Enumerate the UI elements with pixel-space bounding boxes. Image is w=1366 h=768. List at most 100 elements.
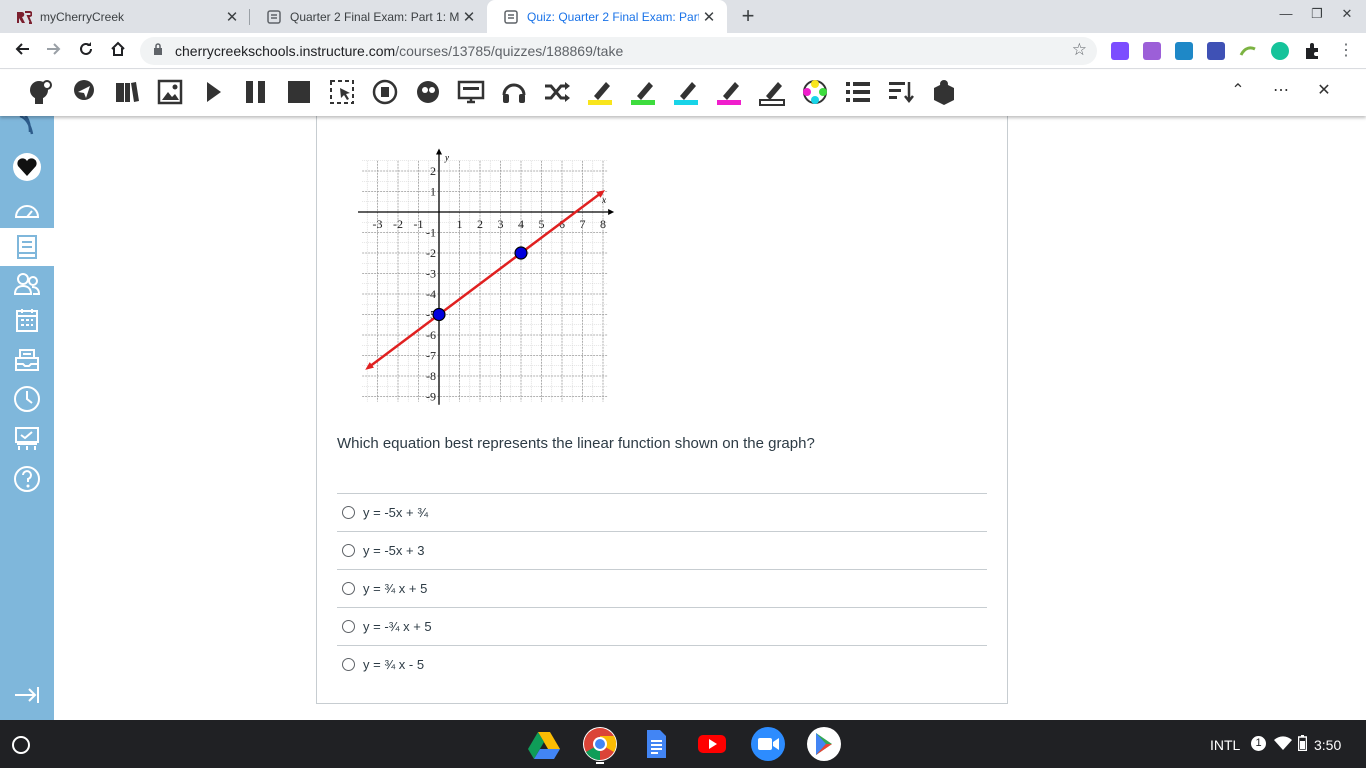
tab-title: myCherryCreek — [40, 9, 125, 24]
status-tray[interactable]: INTL 1 3:50 — [1196, 726, 1366, 762]
zoom-icon[interactable] — [751, 727, 785, 761]
tab-final-exam-part1[interactable]: Quarter 2 Final Exam: Part 1: Ma ✕ — [250, 0, 487, 33]
y-tick-label: -8 — [426, 369, 436, 383]
picture-icon[interactable] — [156, 78, 184, 106]
dashboard-icon[interactable] — [11, 195, 43, 225]
y-tick-label: 2 — [430, 164, 436, 178]
bookmark-star-icon[interactable]: ☆ — [1072, 40, 1087, 60]
chrome-icon[interactable] — [583, 727, 617, 761]
extensions-puzzle-icon[interactable] — [1303, 42, 1321, 60]
x-tick-label: -3 — [373, 217, 383, 231]
collect-highlights-icon[interactable] — [801, 78, 829, 106]
vocabulary-list-icon[interactable] — [844, 78, 872, 106]
radio-button[interactable] — [342, 620, 355, 633]
highlighter-cyan-icon[interactable] — [672, 78, 700, 106]
answer-list: y = -5x + ¾ y = -5x + 3 y = ¾ x + 5 y = … — [337, 493, 987, 683]
calendar-icon[interactable] — [11, 305, 43, 335]
stop-icon[interactable] — [285, 78, 313, 106]
url-path: /courses/13785/quizzes/188869/take — [395, 43, 624, 59]
forward-button[interactable] — [42, 39, 66, 63]
highlighter-pink-icon[interactable] — [715, 78, 743, 106]
answer-option[interactable]: y = -5x + 3 — [337, 531, 987, 569]
answer-label: y = -5x + 3 — [363, 543, 425, 558]
close-toolbar-icon[interactable]: ✕ — [1312, 80, 1336, 104]
chrome-menu-icon[interactable]: ⋮ — [1334, 39, 1358, 63]
radio-button[interactable] — [342, 544, 355, 557]
inbox-icon[interactable] — [11, 345, 43, 375]
answer-option[interactable]: y = -5x + ¾ — [337, 493, 987, 531]
radio-button[interactable] — [342, 506, 355, 519]
coordinate-graph: xy-3 -2 -1 1 2 3 4 5 6 7 821-1-2-3-4-5-6-7-8-9 — [358, 148, 615, 405]
read-write-extension-icon[interactable] — [1143, 42, 1161, 60]
youtube-icon[interactable] — [695, 727, 729, 761]
tab-close-icon[interactable]: ✕ — [459, 8, 479, 26]
minimize-button[interactable]: — — [1275, 6, 1297, 28]
home-button[interactable] — [106, 39, 130, 63]
new-tab-button[interactable]: + — [736, 5, 760, 29]
help-icon[interactable] — [11, 464, 43, 494]
tab-close-icon[interactable]: ✕ — [222, 8, 242, 26]
play-icon[interactable] — [199, 78, 227, 106]
tab-close-icon[interactable]: ✕ — [699, 8, 719, 26]
clear-highlights-icon[interactable] — [758, 78, 786, 106]
answer-label: y = -5x + ¾ — [363, 505, 429, 520]
translate-shuffle-icon[interactable] — [543, 78, 571, 106]
radio-button[interactable] — [342, 658, 355, 671]
canvas-quiz-favicon — [266, 9, 282, 25]
x-tick-label: 1 — [457, 217, 463, 231]
dictionary-book-icon[interactable] — [113, 78, 141, 106]
answer-option[interactable]: y = ¾ x + 5 — [337, 569, 987, 607]
tab-mycherrycreek[interactable]: myCherryCreek ✕ — [0, 0, 250, 33]
grammarly-icon[interactable] — [1271, 42, 1289, 60]
courses-icon[interactable] — [0, 228, 54, 266]
equatio-extension-icon[interactable] — [1239, 42, 1257, 60]
extension-key-icon[interactable] — [1175, 42, 1193, 60]
screen-mask-icon[interactable] — [414, 78, 442, 106]
answer-option[interactable]: y = -¾ x + 5 — [337, 607, 987, 645]
simplify-icon[interactable] — [887, 78, 915, 106]
highlighter-yellow-icon[interactable] — [586, 78, 614, 106]
highlighter-green-icon[interactable] — [629, 78, 657, 106]
google-docs-icon[interactable] — [639, 727, 673, 761]
question-text: Which equation best represents the linea… — [337, 435, 815, 452]
clock: 3:50 — [1314, 737, 1342, 753]
restore-button[interactable]: ❐ — [1306, 6, 1328, 28]
google-drive-icon[interactable] — [527, 727, 561, 761]
web-search-icon[interactable] — [457, 78, 485, 106]
address-bar[interactable]: cherrycreekschools.instructure.com/cours… — [140, 37, 1097, 65]
y-axis-arrow — [436, 148, 442, 155]
collapse-nav-icon[interactable] — [11, 680, 43, 710]
prediction-icon[interactable] — [26, 78, 54, 106]
lock-icon[interactable] — [153, 43, 167, 59]
more-options-icon[interactable]: ⋯ — [1269, 80, 1293, 104]
back-button[interactable] — [10, 39, 34, 63]
forward-arrow-icon — [47, 43, 61, 55]
x-tick-label: 8 — [600, 217, 606, 231]
extension-purple-icon[interactable] — [1111, 42, 1129, 60]
pause-icon[interactable] — [242, 78, 270, 106]
practice-reading-icon[interactable] — [930, 78, 958, 106]
play-store-icon[interactable] — [807, 727, 841, 761]
answer-label: y = -¾ x + 5 — [363, 619, 432, 634]
screenshot-reader-icon[interactable] — [328, 78, 356, 106]
history-clock-icon[interactable] — [11, 384, 43, 414]
audio-maker-icon[interactable] — [371, 78, 399, 106]
pdf-extension-icon[interactable] — [1207, 42, 1225, 60]
y-tick-label: -4 — [426, 287, 436, 301]
collapse-toolbar-icon[interactable]: ⌃ — [1226, 80, 1250, 104]
answer-label: y = ¾ x + 5 — [363, 581, 428, 596]
groups-icon[interactable] — [11, 269, 43, 299]
launcher-button[interactable] — [12, 736, 30, 754]
studio-icon[interactable] — [11, 424, 43, 454]
tab-quiz-final-exam[interactable]: Quiz: Quarter 2 Final Exam: Part ✕ — [487, 0, 727, 33]
radio-button[interactable] — [342, 582, 355, 595]
picture-dictionary-icon[interactable] — [70, 78, 98, 106]
reload-button[interactable] — [74, 39, 98, 63]
cherry-creek-favicon — [16, 9, 32, 25]
headphones-icon[interactable] — [500, 78, 528, 106]
answer-option[interactable]: y = ¾ x - 5 — [337, 645, 987, 683]
url-host: cherrycreekschools.instructure.com — [175, 43, 396, 59]
x-tick-label: 2 — [477, 217, 483, 231]
account-avatar[interactable] — [11, 152, 43, 182]
close-window-button[interactable]: ✕ — [1336, 6, 1358, 28]
